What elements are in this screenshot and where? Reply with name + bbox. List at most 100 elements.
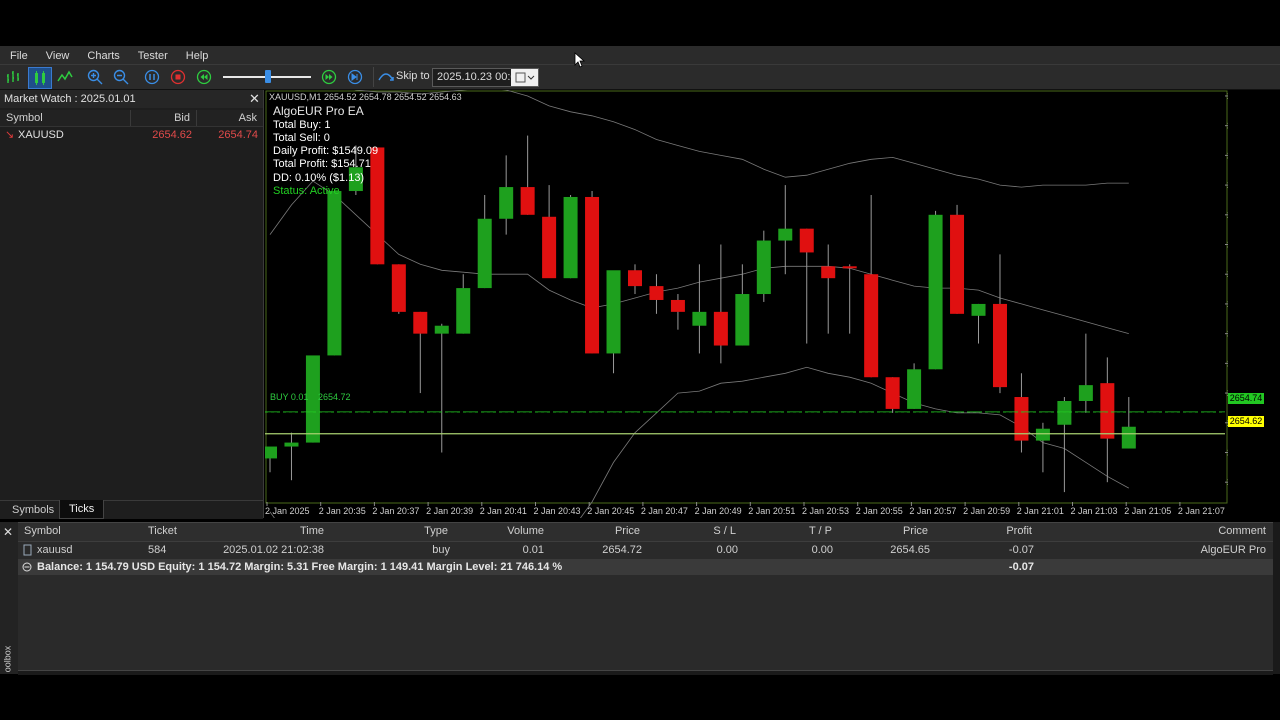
col-tp[interactable]: T / P: [778, 525, 832, 537]
fast-forward-icon[interactable]: [320, 68, 338, 86]
candle-body: [284, 442, 299, 447]
order-price-label: 2654.72: [318, 392, 351, 402]
pause-icon[interactable]: [143, 68, 161, 86]
info-total-profit: Total Profit: $154.71: [273, 158, 371, 170]
info-daily-profit: Daily Profit: $1549.09: [273, 145, 379, 157]
col-comment[interactable]: Comment: [1178, 525, 1266, 537]
time-tick-label: 2 Jan 20:57: [909, 506, 956, 516]
col-current-price[interactable]: Price: [868, 525, 928, 537]
price-tick-label: 2656.30: [1227, 91, 1228, 101]
candle-body: [585, 196, 600, 354]
calendar-dropdown-icon: [515, 72, 535, 83]
menu-file[interactable]: File: [0, 46, 37, 64]
candle-body: [907, 369, 922, 409]
candle-body: [520, 187, 535, 215]
price-tick-label: 2656.15: [1227, 121, 1228, 131]
candle-body: [1035, 428, 1050, 441]
menu-bar: File View Charts Tester Help: [0, 46, 1280, 65]
price-tick-label: 2655.70: [1227, 210, 1228, 220]
ea-title: AlgoEUR Pro EA: [273, 104, 364, 118]
time-tick-label: 2 Jan 20:37: [372, 506, 419, 516]
candle-body: [370, 147, 385, 265]
chart-window[interactable]: 2656.30 2656.15 2656.00 2655.85 2655.70 2655.…: [265, 90, 1264, 518]
price-tick-label: 2655.10: [1227, 329, 1228, 339]
candle-body: [670, 299, 685, 312]
candle-body: [885, 377, 900, 409]
skip-to-icon[interactable]: [377, 68, 395, 86]
column-divider: [130, 110, 131, 126]
collapse-icon[interactable]: [22, 562, 32, 572]
candlestick-chart-button[interactable]: [28, 67, 52, 89]
calendar-button[interactable]: [511, 69, 538, 86]
col-profit[interactable]: Profit: [968, 525, 1032, 537]
market-watch-row[interactable]: ↘ XAUUSD 2654.62 2654.74: [0, 127, 263, 143]
menu-help[interactable]: Help: [177, 46, 218, 64]
zoom-in-icon[interactable]: [86, 68, 104, 86]
market-watch-panel: Market Watch : 2025.01.01 ✕ Symbol Bid A…: [0, 90, 264, 519]
candle-body: [735, 294, 750, 346]
time-tick-label: 2 Jan 20:45: [587, 506, 634, 516]
tab-symbols[interactable]: Symbols: [4, 502, 64, 518]
market-watch-header: Symbol Bid Ask: [0, 110, 263, 127]
market-watch-title: Market Watch : 2025.01.01: [4, 93, 136, 105]
speed-slider-handle[interactable]: [265, 70, 271, 83]
candle-body: [627, 270, 642, 287]
zoom-out-icon[interactable]: [112, 68, 130, 86]
price-tick-label: 2654.35: [1227, 477, 1228, 487]
toolbar-divider: [373, 67, 374, 87]
trade-sl: 0.00: [716, 544, 738, 556]
candle-body: [842, 266, 857, 269]
candle-body: [477, 218, 492, 289]
menu-tester[interactable]: Tester: [129, 46, 177, 64]
col-ticket[interactable]: Ticket: [148, 525, 177, 537]
skip-end-icon[interactable]: [346, 68, 364, 86]
terminal-scrollbar[interactable]: [1273, 522, 1280, 674]
trade-open-price: 2654.72: [602, 544, 642, 556]
rewind-icon[interactable]: [195, 68, 213, 86]
terminal-panel: Symbol Ticket Time Type Volume Price S /…: [18, 522, 1273, 675]
column-bid[interactable]: Bid: [140, 112, 190, 124]
candle-body: [692, 311, 707, 326]
candle-body: [1100, 383, 1115, 439]
price-chart[interactable]: 2656.30 2656.15 2656.00 2655.85 2655.70 2655.…: [265, 90, 1228, 518]
col-price[interactable]: Price: [578, 525, 640, 537]
trade-row[interactable]: xauusd 584 2025.01.02 21:02:38 buy 0.01 …: [18, 542, 1273, 558]
bar-chart-icon[interactable]: [5, 68, 23, 86]
candle-body: [563, 196, 578, 279]
candle-body: [606, 270, 621, 354]
col-time[interactable]: Time: [258, 525, 324, 537]
trade-tp: 0.00: [811, 544, 833, 556]
menu-view[interactable]: View: [37, 46, 79, 64]
price-tick-label: 2654.50: [1227, 447, 1228, 457]
time-tick-label: 2 Jan 21:01: [1017, 506, 1064, 516]
close-icon[interactable]: ✕: [3, 525, 13, 539]
menu-charts[interactable]: Charts: [78, 46, 128, 64]
skip-to-date-field[interactable]: 2025.10.23 00:00: [432, 68, 539, 87]
candle-body: [499, 187, 514, 219]
col-sl[interactable]: S / L: [678, 525, 736, 537]
row-symbol: XAUUSD: [18, 129, 64, 141]
col-type[interactable]: Type: [398, 525, 448, 537]
price-tick-label: 2654.95: [1227, 358, 1228, 368]
trade-profit: -0.07: [1008, 544, 1034, 556]
column-ask[interactable]: Ask: [205, 112, 257, 124]
column-symbol[interactable]: Symbol: [6, 112, 43, 124]
ask-price-tag: 2654.74: [1228, 393, 1264, 404]
col-volume[interactable]: Volume: [488, 525, 544, 537]
candlestick-icon: [35, 71, 45, 85]
skip-to-label: Skip to: [396, 70, 430, 82]
terminal-header: Symbol Ticket Time Type Volume Price S /…: [18, 523, 1273, 542]
candle-body: [971, 303, 986, 316]
candle-body: [950, 214, 965, 314]
tab-ticks[interactable]: Ticks: [59, 500, 105, 519]
line-chart-icon[interactable]: [56, 68, 74, 86]
candle-body: [864, 274, 879, 378]
price-tick-label: 2655.25: [1227, 299, 1228, 309]
row-bid: 2654.62: [152, 129, 192, 141]
close-icon[interactable]: ✕: [249, 91, 260, 107]
trade-symbol: xauusd: [37, 544, 73, 556]
column-divider: [196, 110, 197, 126]
col-symbol[interactable]: Symbol: [24, 525, 61, 537]
stop-icon[interactable]: [169, 68, 187, 86]
toolbox-label: oolbox: [2, 645, 13, 673]
